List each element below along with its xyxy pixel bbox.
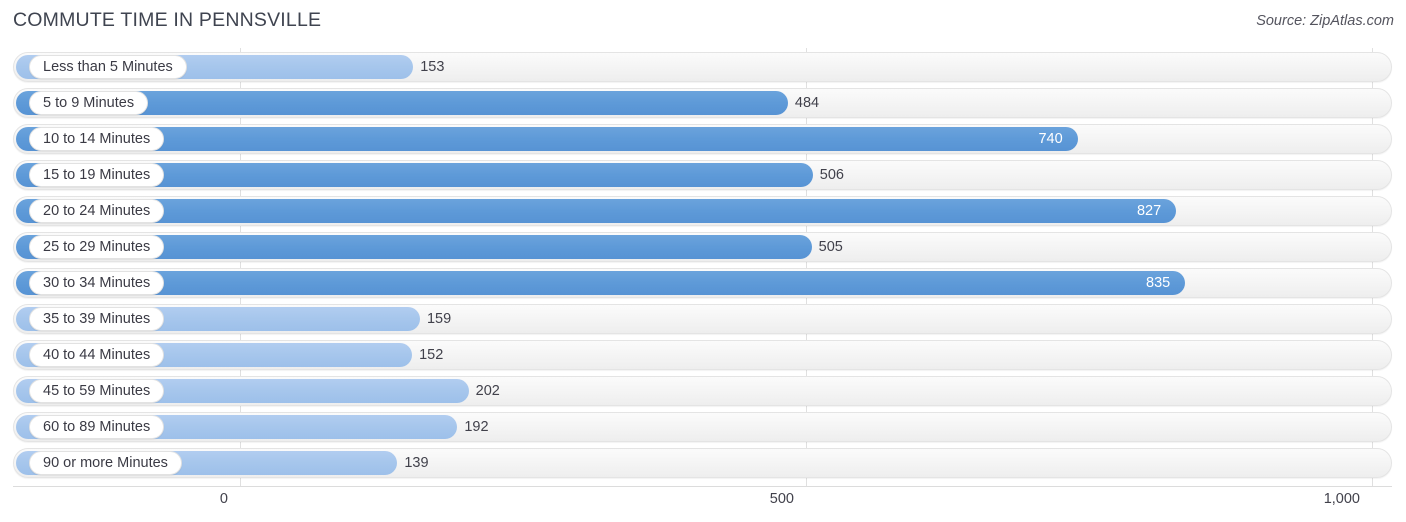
bar-value-label: 835 [1146, 275, 1171, 291]
bar-row[interactable]: 15 to 19 Minutes 506 [13, 160, 1392, 190]
category-label: 20 to 24 Minutes [43, 202, 151, 219]
bar-row[interactable]: 30 to 34 Minutes 835 [13, 268, 1392, 298]
bar-value-label: 740 [1038, 131, 1063, 147]
bar-row[interactable]: 20 to 24 Minutes 827 [13, 196, 1392, 226]
category-label: Less than 5 Minutes [43, 58, 173, 75]
page-title: COMMUTE TIME IN PENNSVILLE [13, 9, 322, 31]
bar-value-label: 484 [794, 95, 820, 111]
category-label: 45 to 59 Minutes [43, 382, 151, 399]
bar-row[interactable]: 45 to 59 Minutes 202 [13, 376, 1392, 406]
category-label: 60 to 89 Minutes [43, 418, 151, 435]
bar-value-label: 139 [404, 455, 429, 471]
bar-rows: Less than 5 Minutes 153 5 to 9 Minutes 484 1… [0, 48, 1406, 486]
axis-tick-label: 1,000 [1323, 491, 1360, 507]
bar[interactable] [16, 271, 1186, 295]
source-attribution: Source: ZipAtlas.com [1256, 13, 1394, 29]
bar-value-label: 153 [420, 59, 445, 75]
bar-value-label: 827 [1136, 203, 1162, 219]
category-pill[interactable]: 90 or more Minutes [29, 451, 182, 475]
category-pill[interactable]: 10 to 14 Minutes [29, 127, 165, 151]
bar-row[interactable]: 5 to 9 Minutes 484 [13, 88, 1392, 118]
category-label: 10 to 14 Minutes [43, 130, 151, 147]
axis-tick-label: 0 [219, 491, 228, 507]
category-label: 30 to 34 Minutes [43, 274, 151, 291]
category-pill[interactable]: 35 to 39 Minutes [29, 307, 165, 331]
category-pill[interactable]: 5 to 9 Minutes [29, 91, 149, 115]
axis-line [13, 486, 1392, 487]
category-pill[interactable]: 40 to 44 Minutes [29, 343, 165, 367]
bar-row[interactable]: 25 to 29 Minutes 505 [13, 232, 1392, 262]
category-pill[interactable]: 20 to 24 Minutes [29, 199, 165, 223]
plot-area: Less than 5 Minutes 153 5 to 9 Minutes 484 1… [0, 48, 1406, 486]
bar-value-label: 202 [475, 383, 500, 399]
axis-tick-label: 500 [769, 491, 794, 507]
category-pill[interactable]: 30 to 34 Minutes [29, 271, 165, 295]
bar-row[interactable]: Less than 5 Minutes 153 [13, 52, 1392, 82]
category-label: 40 to 44 Minutes [43, 346, 151, 363]
bar-row[interactable]: 60 to 89 Minutes 192 [13, 412, 1392, 442]
chart-header: COMMUTE TIME IN PENNSVILLE Source: ZipAt… [0, 0, 1406, 44]
bar-value-label: 159 [426, 311, 452, 327]
category-label: 90 or more Minutes [43, 454, 168, 471]
category-pill[interactable]: Less than 5 Minutes [29, 55, 187, 79]
category-label: 25 to 29 Minutes [43, 238, 151, 255]
bar[interactable] [16, 127, 1078, 151]
category-pill[interactable]: 25 to 29 Minutes [29, 235, 165, 259]
bar-value-label: 505 [818, 239, 843, 255]
category-pill[interactable]: 15 to 19 Minutes [29, 163, 165, 187]
bar-value-label: 192 [464, 419, 489, 435]
category-pill[interactable]: 60 to 89 Minutes [29, 415, 165, 439]
x-axis: 0 500 1,000 [0, 486, 1406, 522]
bar-row[interactable]: 40 to 44 Minutes 152 [13, 340, 1392, 370]
category-pill[interactable]: 45 to 59 Minutes [29, 379, 165, 403]
bar-row[interactable]: 10 to 14 Minutes 740 [13, 124, 1392, 154]
category-label: 35 to 39 Minutes [43, 310, 151, 327]
bar-value-label: 506 [819, 167, 844, 183]
bar-value-label: 152 [419, 347, 444, 363]
bar-row[interactable]: 90 or more Minutes 139 [13, 448, 1392, 478]
category-label: 15 to 19 Minutes [43, 166, 151, 183]
bar[interactable] [16, 199, 1177, 223]
bar-row[interactable]: 35 to 39 Minutes 159 [13, 304, 1392, 334]
category-label: 5 to 9 Minutes [43, 94, 135, 111]
chart-container: COMMUTE TIME IN PENNSVILLE Source: ZipAt… [0, 0, 1406, 522]
